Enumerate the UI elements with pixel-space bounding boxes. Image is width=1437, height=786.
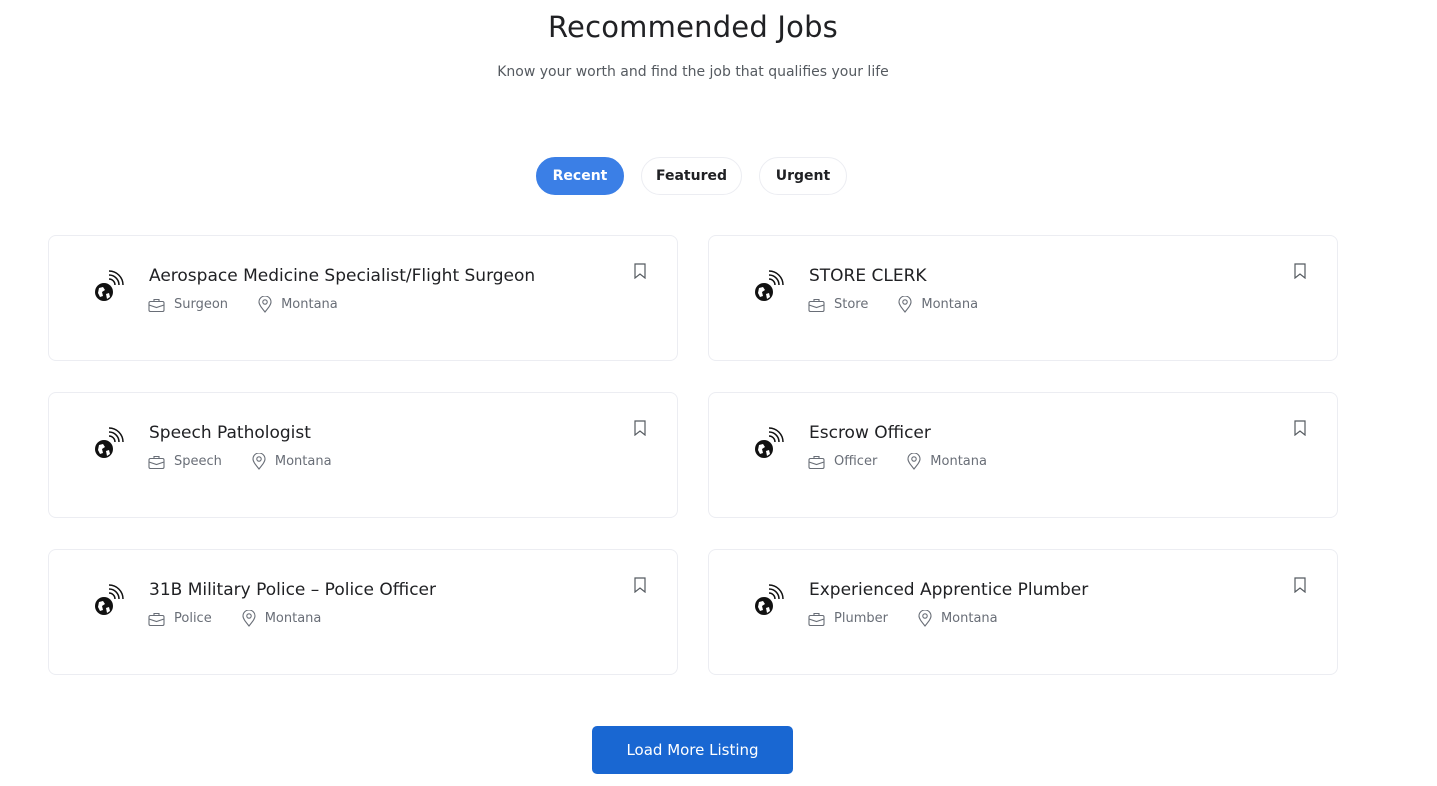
briefcase-icon <box>808 298 825 312</box>
bookmark-icon[interactable] <box>633 420 647 437</box>
job-meta: Surgeon Montana <box>148 296 368 313</box>
job-meta: Police Montana <box>148 610 351 627</box>
briefcase-icon <box>148 612 165 626</box>
job-title[interactable]: Speech Pathologist <box>149 423 311 443</box>
section-title: Recommended Jobs <box>548 10 838 44</box>
job-title[interactable]: 31B Military Police – Police Officer <box>149 580 436 600</box>
section-subtitle: Know your worth and find the job that qu… <box>497 64 889 80</box>
globe-signal-icon <box>752 584 784 618</box>
job-meta: Plumber Montana <box>808 610 1028 627</box>
job-location-label: Montana <box>274 454 332 469</box>
bookmark-icon[interactable] <box>1293 420 1307 437</box>
job-title[interactable]: Escrow Officer <box>809 423 931 443</box>
job-location: Montana <box>898 296 978 313</box>
map-pin-icon <box>242 610 256 627</box>
briefcase-icon <box>808 612 825 626</box>
job-card[interactable]: Speech Pathologist Speech Montana <box>48 392 678 518</box>
globe-signal-icon <box>752 270 784 304</box>
job-location-label: Montana <box>264 611 322 626</box>
job-category-label: Officer <box>834 454 878 469</box>
globe-signal-icon <box>92 584 124 618</box>
job-location: Montana <box>907 453 987 470</box>
bookmark-icon[interactable] <box>633 577 647 594</box>
job-title[interactable]: Experienced Apprentice Plumber <box>809 580 1088 600</box>
map-pin-icon <box>258 296 272 313</box>
map-pin-icon <box>907 453 921 470</box>
job-category: Police <box>148 611 212 626</box>
job-meta: Officer Montana <box>808 453 1017 470</box>
job-category-label: Plumber <box>834 611 888 626</box>
tab-featured[interactable]: Featured <box>641 157 742 195</box>
globe-signal-icon <box>92 270 124 304</box>
job-title[interactable]: STORE CLERK <box>809 266 927 286</box>
job-meta: Speech Montana <box>148 453 362 470</box>
globe-signal-icon <box>752 427 784 461</box>
job-category: Store <box>808 297 868 312</box>
job-category: Officer <box>808 454 877 469</box>
job-card[interactable]: Escrow Officer Officer Montana <box>708 392 1338 518</box>
job-category-label: Speech <box>174 454 222 469</box>
job-category: Speech <box>148 454 222 469</box>
recommended-jobs-section: Recommended Jobs Know your worth and fin… <box>0 0 1437 786</box>
tab-urgent[interactable]: Urgent <box>759 157 847 195</box>
job-location-label: Montana <box>281 297 338 312</box>
bookmark-icon[interactable] <box>1293 263 1307 280</box>
job-location-label: Montana <box>940 611 998 626</box>
job-title[interactable]: Aerospace Medicine Specialist/Flight Sur… <box>149 266 535 286</box>
job-location: Montana <box>242 610 322 627</box>
load-more-button[interactable]: Load More Listing <box>592 726 793 774</box>
job-category: Surgeon <box>148 297 228 312</box>
job-category-label: Surgeon <box>174 297 229 312</box>
job-card[interactable]: Aerospace Medicine Specialist/Flight Sur… <box>48 235 678 361</box>
tab-recent[interactable]: Recent <box>536 157 624 195</box>
job-location: Montana <box>918 610 998 627</box>
job-card[interactable]: 31B Military Police – Police Officer Pol… <box>48 549 678 675</box>
map-pin-icon <box>252 453 266 470</box>
job-location: Montana <box>252 453 332 470</box>
briefcase-icon <box>148 455 165 469</box>
job-location-label: Montana <box>921 297 979 312</box>
job-card[interactable]: STORE CLERK Store Montana <box>708 235 1338 361</box>
job-card[interactable]: Experienced Apprentice Plumber Plumber M… <box>708 549 1338 675</box>
job-list: Aerospace Medicine Specialist/Flight Sur… <box>48 235 1338 675</box>
job-location: Montana <box>258 296 338 313</box>
bookmark-icon[interactable] <box>633 263 647 280</box>
briefcase-icon <box>808 455 825 469</box>
job-location-label: Montana <box>930 454 987 469</box>
job-category-label: Store <box>834 297 869 312</box>
job-meta: Store Montana <box>808 296 1008 313</box>
briefcase-icon <box>148 298 165 312</box>
bookmark-icon[interactable] <box>1293 577 1307 594</box>
map-pin-icon <box>898 296 912 313</box>
globe-signal-icon <box>92 427 124 461</box>
job-category: Plumber <box>808 611 888 626</box>
map-pin-icon <box>918 610 932 627</box>
job-filter-tabs: Recent Featured Urgent <box>536 157 847 195</box>
job-category-label: Police <box>174 611 212 626</box>
